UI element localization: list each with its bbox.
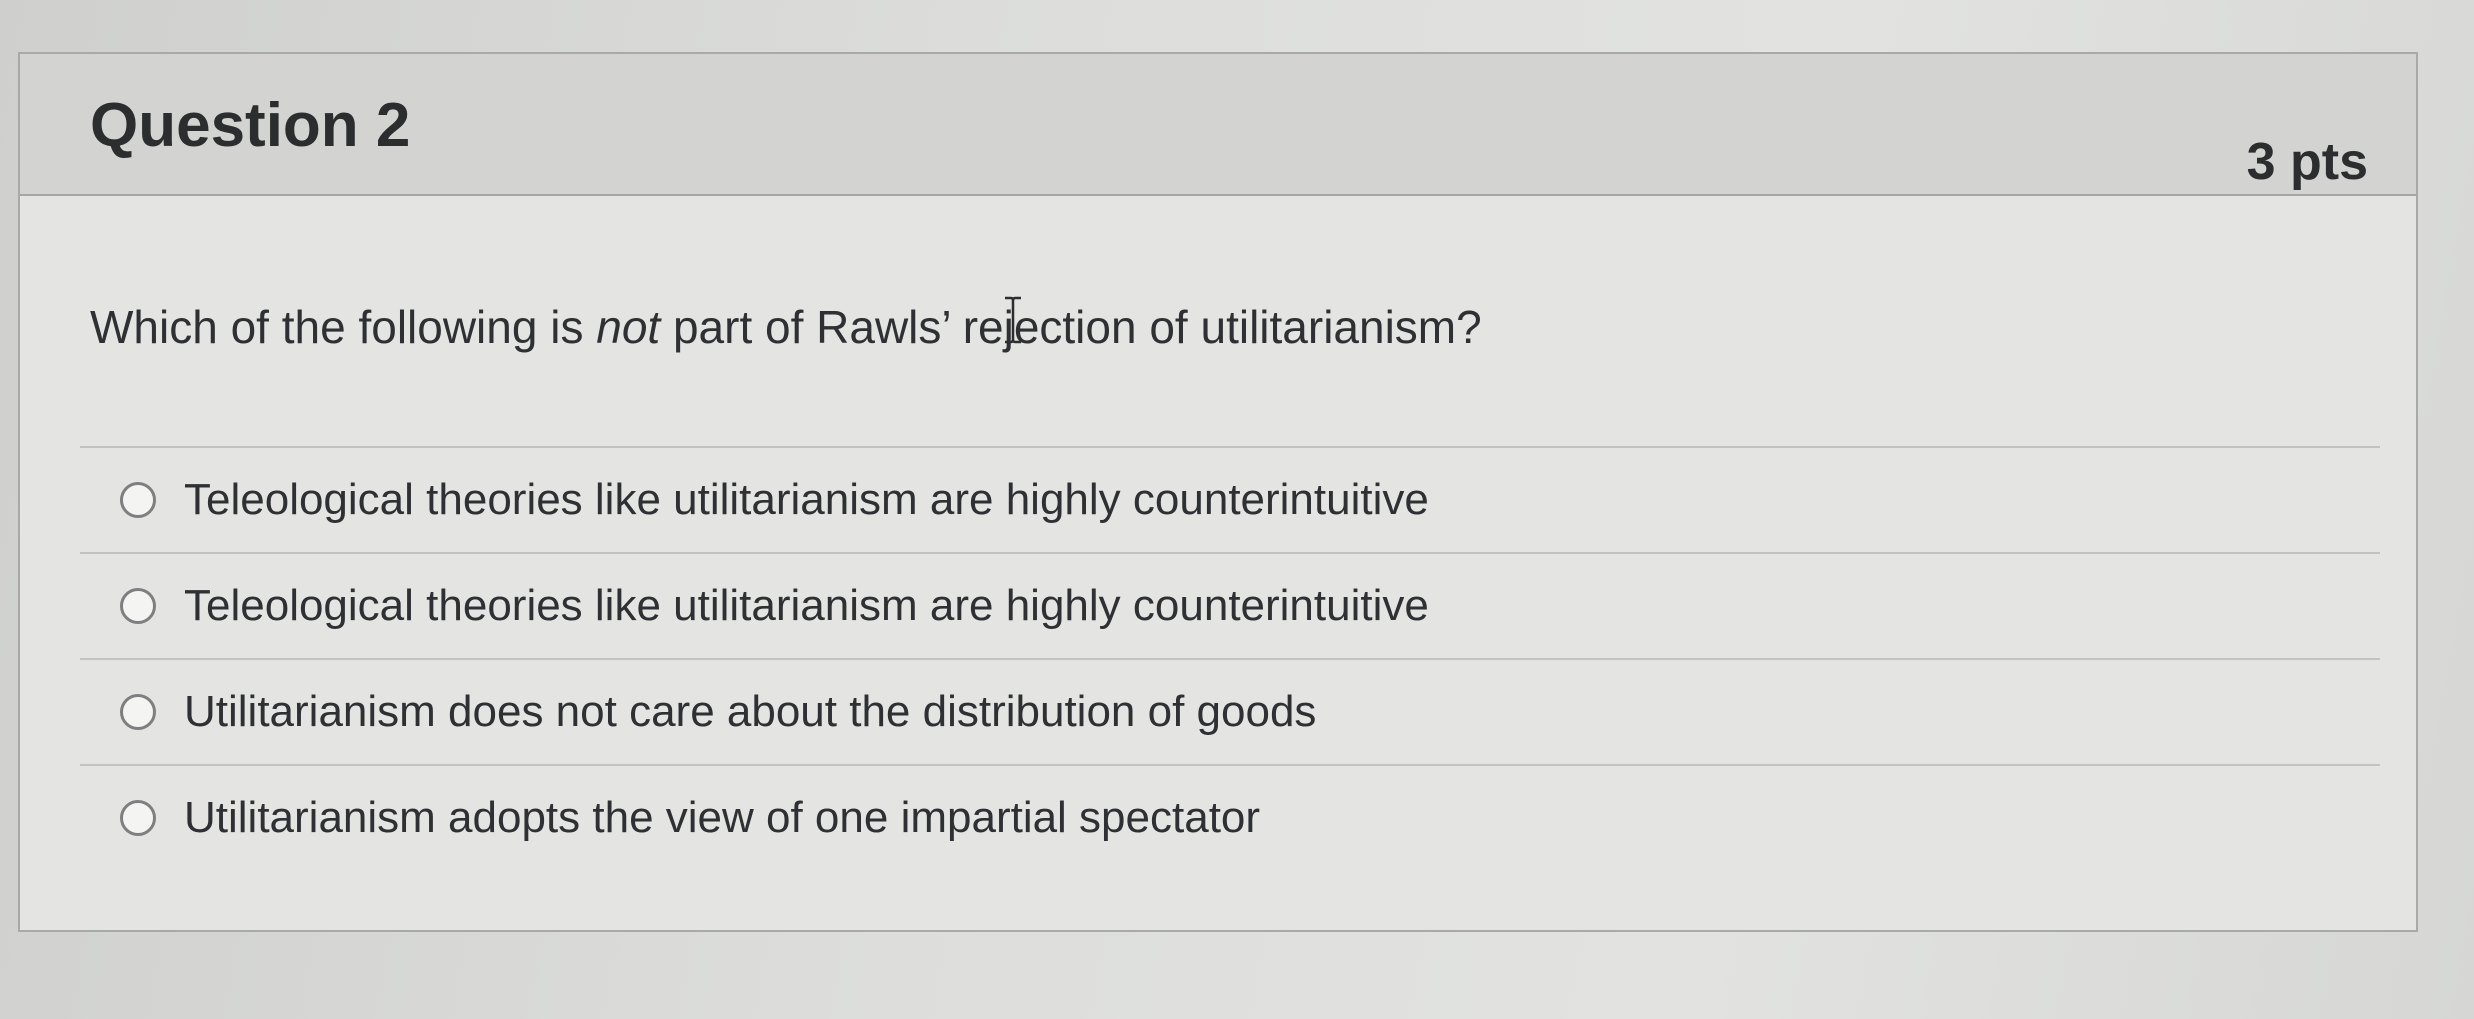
question-text: Which of the following is not part of Ra… xyxy=(90,300,1482,354)
answer-list: Teleological theories like utilitarianis… xyxy=(80,446,2380,870)
question-text-emphasis: not xyxy=(596,301,661,353)
question-text-start: Which of the following is xyxy=(90,301,597,353)
question-card: Question 2 3 pts Which of the following … xyxy=(18,52,2418,932)
answer-option[interactable]: Utilitarianism adopts the view of one im… xyxy=(80,764,2380,870)
answer-option[interactable]: Utilitarianism does not care about the d… xyxy=(80,658,2380,764)
question-text-end: part of Rawls’ rejection of utilitariani… xyxy=(660,301,1482,353)
radio-button[interactable] xyxy=(120,694,156,730)
question-title: Question 2 xyxy=(90,91,411,160)
answer-label[interactable]: Utilitarianism does not care about the d… xyxy=(184,687,1316,737)
radio-button[interactable] xyxy=(120,588,156,624)
radio-button[interactable] xyxy=(120,482,156,518)
radio-button[interactable] xyxy=(120,800,156,836)
answer-label[interactable]: Teleological theories like utilitarianis… xyxy=(184,581,1429,631)
answer-option[interactable]: Teleological theories like utilitarianis… xyxy=(80,552,2380,658)
answer-option[interactable]: Teleological theories like utilitarianis… xyxy=(80,446,2380,552)
question-points: 3 pts xyxy=(2246,133,2368,191)
text-cursor-icon xyxy=(1005,296,1021,344)
answer-label[interactable]: Utilitarianism adopts the view of one im… xyxy=(184,793,1260,843)
answer-label[interactable]: Teleological theories like utilitarianis… xyxy=(184,475,1429,525)
question-header: Question 2 3 pts xyxy=(20,54,2416,196)
